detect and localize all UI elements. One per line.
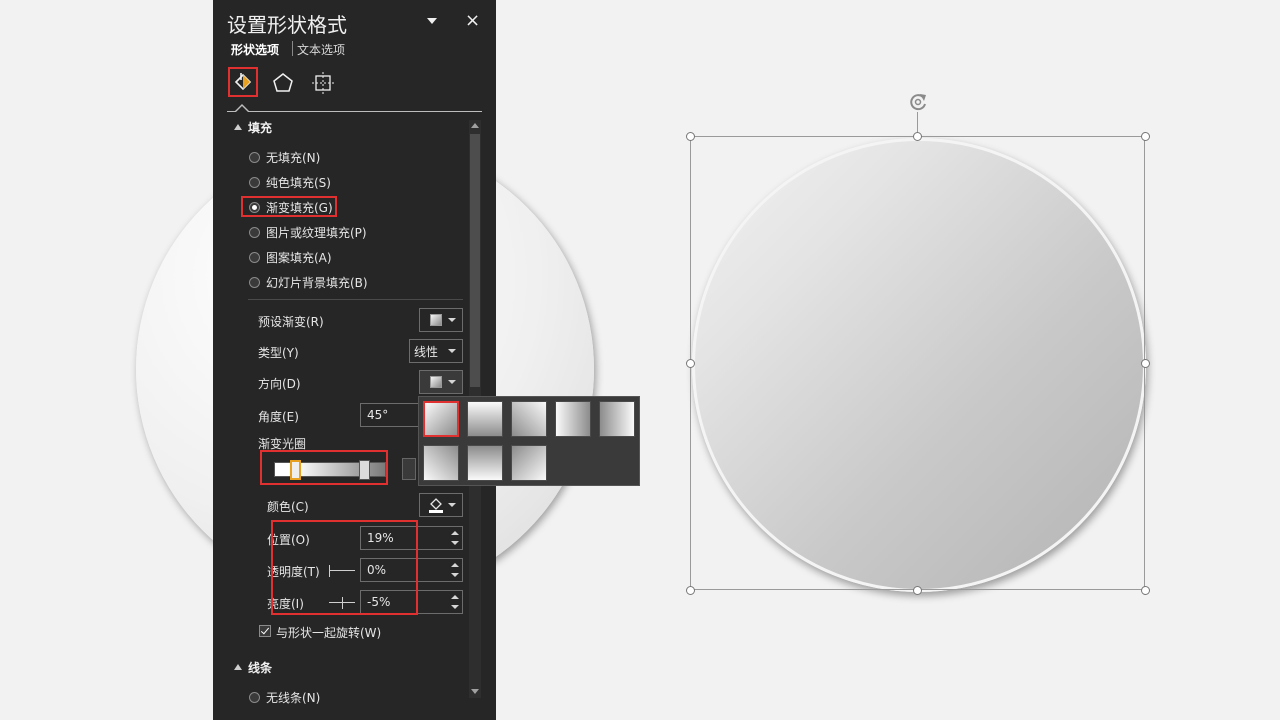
preset-gradient-dropdown[interactable] <box>419 308 463 332</box>
type-label: 类型(Y) <box>258 346 299 360</box>
scroll-up-arrow-icon[interactable] <box>471 123 479 128</box>
radio-button[interactable] <box>249 151 260 163</box>
radio-label: 图片或纹理填充(P) <box>266 225 367 240</box>
fill-section-heading[interactable]: 填充 <box>248 119 272 136</box>
scroll-down-arrow-icon[interactable] <box>471 689 479 694</box>
chevron-down-icon[interactable] <box>425 14 439 28</box>
chevron-down-icon <box>448 503 456 507</box>
direction-dropdown[interactable] <box>419 370 463 394</box>
format-shape-panel: 设置形状格式 × 形状选项 文本选项 填充 无填充(N) 纯色填充(S) 渐变填… <box>213 0 496 720</box>
color-dropdown[interactable] <box>419 493 463 517</box>
line-section-heading[interactable]: 线条 <box>248 659 272 676</box>
resize-handle-bottom-left[interactable] <box>686 586 695 595</box>
rotate-icon[interactable] <box>906 91 930 113</box>
radio-label: 图案填充(A) <box>266 250 332 265</box>
resize-handle-bottom-right[interactable] <box>1141 586 1150 595</box>
radio-button[interactable] <box>249 251 260 263</box>
tab-caret-inner <box>236 106 248 112</box>
direction-tile-linear-down[interactable] <box>467 401 503 437</box>
type-value: 线性 <box>414 344 439 359</box>
resize-handle-top[interactable] <box>913 132 922 141</box>
chevron-down-icon <box>448 318 456 322</box>
resize-handle-bottom[interactable] <box>913 586 922 595</box>
direction-tile-linear-up[interactable] <box>467 445 503 481</box>
resize-handle-top-right[interactable] <box>1141 132 1150 141</box>
gradient-swatch-icon <box>430 314 442 326</box>
collapse-triangle-icon[interactable] <box>234 664 242 670</box>
radio-button[interactable] <box>249 176 260 188</box>
color-label: 颜色(C) <box>267 500 309 514</box>
radio-no-line[interactable]: 无线条(N) <box>249 688 320 706</box>
rotate-with-shape-label: 与形状一起旋转(W) <box>276 626 382 640</box>
gradient-swatch-icon <box>430 376 442 388</box>
direction-tile-linear-diagonal-top-right[interactable] <box>511 401 547 437</box>
add-gradient-stop-button[interactable] <box>402 458 416 480</box>
brightness-spinner[interactable] <box>448 590 462 614</box>
direction-tile-linear-diagonal-bottom-left[interactable] <box>423 445 459 481</box>
highlight-gradient-fill <box>241 196 337 217</box>
paint-bucket-icon <box>429 498 443 513</box>
size-properties-icon <box>312 72 334 94</box>
radio-pattern-fill[interactable]: 图案填充(A) <box>249 248 332 266</box>
preset-gradient-label: 预设渐变(R) <box>258 315 324 329</box>
radio-label: 无填充(N) <box>266 150 321 165</box>
tab-underline <box>227 111 482 112</box>
effects-pentagon-icon <box>273 73 293 92</box>
direction-tile-linear-diagonal-top-left[interactable] <box>423 401 459 437</box>
tab-separator <box>292 41 293 56</box>
size-properties-tab[interactable] <box>308 68 338 98</box>
panel-title: 设置形状格式 <box>227 13 347 37</box>
direction-tile-linear-right[interactable] <box>555 401 591 437</box>
tab-text-options[interactable]: 文本选项 <box>297 41 345 58</box>
scrollbar-thumb[interactable] <box>470 134 480 387</box>
chevron-down-icon <box>448 380 456 384</box>
resize-handle-left[interactable] <box>686 359 695 368</box>
direction-gallery-popup <box>418 396 640 486</box>
radio-button[interactable] <box>249 276 260 288</box>
close-icon[interactable]: × <box>465 11 480 31</box>
fill-line-tab[interactable] <box>228 67 258 97</box>
chevron-down-icon <box>448 349 457 353</box>
fill-line-icon <box>234 73 252 91</box>
direction-label: 方向(D) <box>258 377 301 391</box>
angle-input[interactable]: 45° <box>360 403 420 427</box>
direction-tile-linear-diagonal-bottom-right[interactable] <box>511 445 547 481</box>
radio-solid-fill[interactable]: 纯色填充(S) <box>249 173 331 191</box>
transparency-spinner[interactable] <box>448 558 462 582</box>
radio-slide-background-fill[interactable]: 幻灯片背景填充(B) <box>249 273 368 291</box>
radio-label: 无线条(N) <box>266 690 321 705</box>
effects-tab[interactable] <box>268 68 298 98</box>
radio-no-fill[interactable]: 无填充(N) <box>249 148 320 166</box>
highlight-stop-properties <box>271 520 418 615</box>
direction-tile-linear-left[interactable] <box>599 401 635 437</box>
angle-label: 角度(E) <box>258 410 299 424</box>
resize-handle-right[interactable] <box>1141 359 1150 368</box>
section-divider <box>248 299 463 300</box>
resize-handle-top-left[interactable] <box>686 132 695 141</box>
radio-picture-fill[interactable]: 图片或纹理填充(P) <box>249 223 367 241</box>
tab-shape-options[interactable]: 形状选项 <box>231 41 279 58</box>
radio-label: 幻灯片背景填充(B) <box>266 275 368 290</box>
rotate-with-shape-checkbox[interactable] <box>259 625 271 637</box>
highlight-gradient-stops <box>260 450 388 485</box>
selection-box <box>690 136 1145 590</box>
type-dropdown[interactable]: 线性 <box>409 339 463 363</box>
radio-button[interactable] <box>249 226 260 238</box>
collapse-triangle-icon[interactable] <box>234 124 242 130</box>
radio-label: 纯色填充(S) <box>266 175 331 190</box>
position-spinner[interactable] <box>448 526 462 550</box>
radio-button[interactable] <box>249 691 260 703</box>
